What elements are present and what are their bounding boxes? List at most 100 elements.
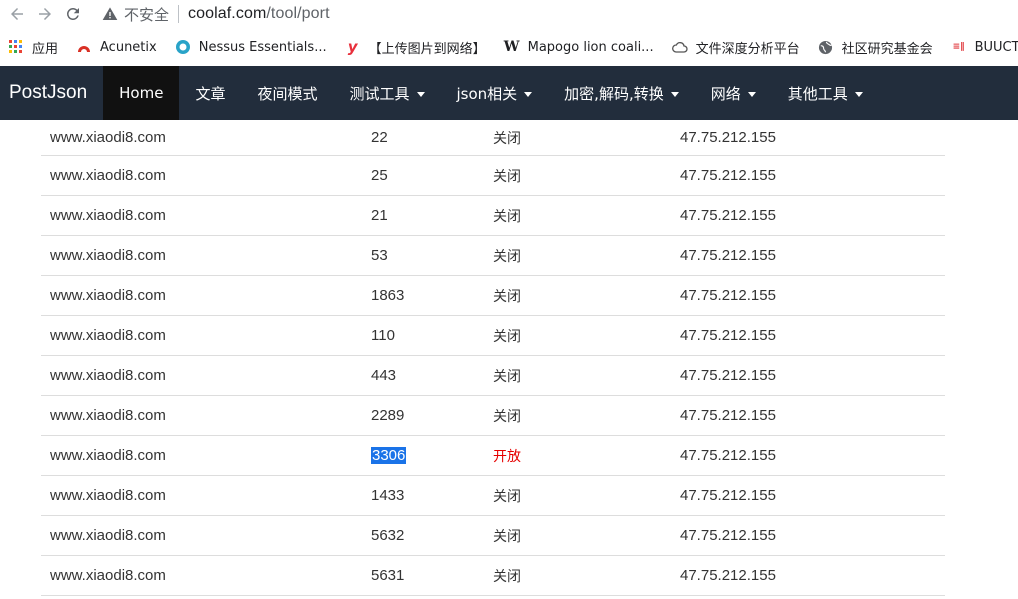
nav-label: 网络 (710, 84, 741, 103)
table-row: www.xiaodi8.com 53 关闭 47.75.212.155 (41, 236, 945, 276)
forward-button[interactable] (34, 3, 56, 25)
bookmark-label: Mapogo lion coali... (527, 39, 654, 55)
host-cell: www.xiaodi8.com (50, 567, 166, 584)
brand-link[interactable]: PostJson (0, 66, 103, 120)
nav-other-tools[interactable]: 其他工具 (772, 66, 879, 120)
host-cell: www.xiaodi8.com (50, 407, 166, 424)
table-row: www.xiaodi8.com 25 关闭 47.75.212.155 (41, 156, 945, 196)
bookmark-nessus[interactable]: Nessus Essentials... (175, 39, 327, 55)
warning-icon (102, 7, 118, 20)
host-cell: www.xiaodi8.com (50, 527, 166, 544)
bookmark-label: Acunetix (100, 39, 157, 55)
nav-test-tools[interactable]: 测试工具 (333, 66, 440, 120)
status-cell: 关闭 (493, 488, 521, 505)
status-cell: 关闭 (493, 528, 521, 545)
nav-label: Home (119, 84, 164, 102)
nessus-icon (175, 39, 191, 55)
host-cell: www.xiaodi8.com (50, 167, 166, 184)
wikipedia-w-icon: W (503, 39, 520, 55)
cloud-icon (671, 39, 688, 55)
ip-cell: 47.75.212.155 (680, 247, 776, 264)
arrow-right-icon (39, 8, 51, 20)
table-row: www.xiaodi8.com 110 关闭 47.75.212.155 (41, 316, 945, 356)
host-cell: www.xiaodi8.com (50, 287, 166, 304)
url-path: /tool/port (266, 5, 330, 22)
port-cell: 5632 (371, 527, 405, 544)
omnibox-separator (178, 5, 180, 23)
acunetix-icon (76, 39, 92, 55)
globe-icon (818, 39, 834, 55)
port-cell: 1863 (371, 287, 405, 304)
host-cell: www.xiaodi8.com (50, 367, 166, 384)
arrow-left-icon (11, 8, 23, 20)
table-row: www.xiaodi8.com 2289 关闭 47.75.212.155 (41, 396, 945, 436)
table-row: www.xiaodi8.com 21 关闭 47.75.212.155 (41, 196, 945, 236)
nav-encode-decode[interactable]: 加密,解码,转换 (548, 66, 695, 120)
bookmark-mapogo[interactable]: W Mapogo lion coali... (504, 39, 654, 55)
status-cell: 关闭 (493, 408, 521, 425)
nav-home[interactable]: Home (103, 66, 180, 120)
bookmark-label: 应用 (32, 41, 59, 57)
bookmark-file-analysis[interactable]: 文件深度分析平台 (671, 38, 800, 57)
bookmark-acunetix[interactable]: Acunetix (76, 39, 157, 55)
status-cell: 关闭 (493, 168, 521, 185)
host-cell: www.xiaodi8.com (50, 207, 166, 224)
table-row: www.xiaodi8.com 443 关闭 47.75.212.155 (41, 356, 945, 396)
table-row-open-port: www.xiaodi8.com 3306 开放 47.75.212.155 (41, 436, 945, 476)
apps-grid-icon (8, 39, 24, 55)
ip-cell: 47.75.212.155 (680, 567, 776, 584)
host-cell: www.xiaodi8.com (50, 247, 166, 264)
nav-night-mode[interactable]: 夜间模式 (241, 66, 333, 120)
nav-label: 夜间模式 (257, 84, 318, 103)
port-cell: 21 (371, 207, 388, 224)
caret-down-icon (524, 91, 533, 97)
bookmark-label: BUUCTF (974, 39, 1018, 55)
bookmark-buuctf[interactable]: ≡∥ BUUCTF (951, 39, 1018, 55)
status-cell: 关闭 (493, 208, 521, 225)
bookmarks-bar: 应用 Acunetix Nessus Essentials... y 【上传图片… (0, 28, 1018, 66)
reload-icon (66, 7, 79, 20)
table-row: www.xiaodi8.com 1433 关闭 47.75.212.155 (41, 476, 945, 516)
status-cell: 关闭 (493, 130, 521, 147)
caret-down-icon (747, 91, 756, 97)
ip-cell: 47.75.212.155 (680, 527, 776, 544)
host-cell: www.xiaodi8.com (50, 129, 166, 146)
url-host: coolaf.com (188, 5, 267, 22)
port-cell: 443 (371, 367, 397, 384)
port-cell: 25 (371, 167, 388, 184)
nav-articles[interactable]: 文章 (179, 66, 241, 120)
ip-cell: 47.75.212.155 (680, 129, 776, 146)
y-logo-icon: y (347, 38, 358, 56)
nav-label: 文章 (195, 84, 226, 103)
url-text[interactable]: coolaf.com/tool/port (188, 5, 330, 23)
bookmark-community-research[interactable]: 社区研究基金会 (818, 38, 933, 57)
ip-cell: 47.75.212.155 (680, 447, 776, 464)
bookmark-label: 【上传图片到网络】 (368, 41, 486, 57)
back-button[interactable] (6, 3, 28, 25)
bookmark-upload-image[interactable]: y 【上传图片到网络】 (345, 38, 486, 57)
nav-network[interactable]: 网络 (695, 66, 772, 120)
port-cell: 3306 (371, 447, 493, 464)
caret-down-icon (416, 91, 425, 97)
buuctf-icon: ≡∥ (952, 42, 965, 52)
status-cell: 关闭 (493, 368, 521, 385)
host-cell: www.xiaodi8.com (50, 447, 166, 464)
host-cell: www.xiaodi8.com (50, 487, 166, 504)
nav-json[interactable]: json相关 (441, 66, 549, 120)
nav-label: 测试工具 (349, 84, 410, 103)
ip-cell: 47.75.212.155 (680, 167, 776, 184)
bookmark-apps[interactable]: 应用 (8, 38, 58, 57)
port-cell: 110 (371, 327, 395, 344)
status-cell: 关闭 (493, 288, 521, 305)
status-cell: 关闭 (493, 248, 521, 265)
reload-button[interactable] (62, 3, 84, 25)
table-row: www.xiaodi8.com 22 关闭 47.75.212.155 (41, 120, 945, 156)
selected-port-text[interactable]: 3306 (371, 447, 407, 464)
port-cell: 22 (371, 129, 388, 146)
not-secure-label[interactable]: 不安全 (124, 4, 169, 25)
ip-cell: 47.75.212.155 (680, 407, 776, 424)
address-bar[interactable]: 不安全 coolaf.com/tool/port (102, 0, 330, 28)
port-cell: 2289 (371, 407, 405, 424)
bookmark-label: Nessus Essentials... (198, 39, 327, 55)
table-row: www.xiaodi8.com 5632 关闭 47.75.212.155 (41, 516, 945, 556)
